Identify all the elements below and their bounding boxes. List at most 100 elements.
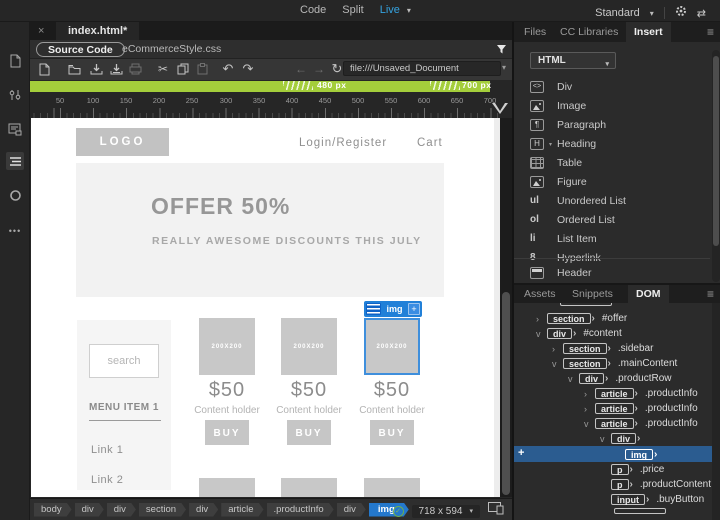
- window-size-selector[interactable]: 718 x 594 ▾: [411, 504, 480, 518]
- gear-icon[interactable]: [675, 4, 687, 22]
- open-file-icon[interactable]: [65, 61, 83, 77]
- more-tools-icon[interactable]: •••: [4, 222, 26, 240]
- file-management-icon[interactable]: [6, 86, 24, 104]
- tag-crumb[interactable]: div: [107, 503, 136, 517]
- live-view-options-icon[interactable]: [6, 120, 24, 138]
- dom-tag[interactable]: div: [611, 433, 637, 444]
- dom-annotation[interactable]: .price: [640, 464, 664, 475]
- insert-item-list-item[interactable]: li List Item: [514, 230, 710, 248]
- device-preview-icon[interactable]: [488, 502, 504, 520]
- related-file-source-code[interactable]: Source Code: [36, 42, 125, 57]
- tab-insert[interactable]: Insert: [626, 22, 671, 42]
- dom-annotation[interactable]: #content: [583, 328, 621, 339]
- insert-item-ordered-list[interactable]: ol Ordered List: [514, 211, 710, 229]
- dom-annotation[interactable]: .productInfo: [645, 388, 698, 399]
- tag-crumb[interactable]: section: [139, 503, 186, 517]
- sidebar-link-2[interactable]: Link 2: [91, 474, 123, 486]
- nav-login-register[interactable]: Login/Register: [299, 137, 387, 149]
- dom-tag[interactable]: input: [611, 494, 645, 505]
- save-icon[interactable]: [87, 61, 105, 77]
- expander-icon[interactable]: ›: [584, 389, 595, 399]
- copy-icon[interactable]: [174, 61, 192, 77]
- inspect-icon[interactable]: [6, 186, 24, 204]
- view-mode-code[interactable]: Code: [300, 4, 326, 16]
- tab-snippets[interactable]: Snippets: [572, 285, 613, 305]
- tag-crumb[interactable]: div: [75, 503, 104, 517]
- related-file-css[interactable]: eCommerceStyle.css: [122, 43, 221, 55]
- tag-crumb[interactable]: div: [337, 503, 366, 517]
- dom-node-div-content[interactable]: v div › #content: [514, 326, 720, 341]
- tab-dom[interactable]: DOM: [628, 285, 669, 303]
- insert-category-select[interactable]: HTML ▾: [530, 52, 616, 69]
- dom-tag[interactable]: article: [595, 403, 634, 414]
- dom-tag[interactable]: article: [595, 418, 634, 429]
- window-size-dropdown-icon[interactable]: ▾: [469, 507, 473, 515]
- tag-crumb[interactable]: body: [34, 503, 72, 517]
- insert-item-table[interactable]: Table: [514, 154, 710, 172]
- tag-crumb[interactable]: .productInfo: [267, 503, 334, 517]
- site-logo[interactable]: LOGO: [76, 128, 169, 156]
- buy-button[interactable]: BUY: [370, 420, 414, 445]
- product-image-placeholder[interactable]: 200X200: [281, 318, 337, 375]
- product-image-placeholder[interactable]: 200X200: [199, 318, 255, 375]
- filter-icon[interactable]: [496, 42, 507, 60]
- workspace-dropdown-icon[interactable]: ▾: [650, 9, 654, 18]
- add-element-icon[interactable]: +: [408, 303, 420, 315]
- dom-outline-icon[interactable]: [6, 152, 24, 170]
- expander-icon[interactable]: v: [584, 419, 595, 429]
- insert-item-image[interactable]: Image: [514, 97, 710, 115]
- expander-icon[interactable]: ›: [584, 404, 595, 414]
- dom-node-article-productinfo[interactable]: › article › .productInfo: [514, 401, 720, 416]
- insert-scrollbar-thumb[interactable]: [713, 56, 719, 246]
- dom-tag[interactable]: section: [563, 343, 607, 354]
- media-query-range[interactable]: [30, 81, 490, 92]
- dom-node-p-productcontent[interactable]: p › .productContent: [514, 477, 720, 492]
- insert-item-header[interactable]: Header: [514, 264, 710, 282]
- dom-tag[interactable]: p: [611, 479, 629, 490]
- dom-node-div[interactable]: v div ›: [514, 431, 720, 446]
- live-view-canvas[interactable]: LOGO Login/Register Cart OFFER 50% REALL…: [31, 118, 494, 497]
- dom-annotation[interactable]: #offer: [602, 313, 627, 324]
- tab-assets[interactable]: Assets: [524, 285, 556, 305]
- buy-button[interactable]: BUY: [287, 420, 331, 445]
- dom-annotation[interactable]: .sidebar: [618, 343, 654, 354]
- dom-node-section-sidebar[interactable]: › section › .sidebar: [514, 341, 720, 356]
- tag-crumb[interactable]: div: [189, 503, 218, 517]
- undo-icon[interactable]: ↶: [219, 61, 237, 77]
- chevron-down-icon[interactable]: ▾: [549, 141, 552, 148]
- address-dropdown-icon[interactable]: ▾: [502, 63, 506, 72]
- view-mode-split[interactable]: Split: [342, 4, 363, 16]
- redo-icon[interactable]: ↷: [239, 61, 257, 77]
- panel-menu-icon[interactable]: ≡: [707, 287, 714, 301]
- close-icon[interactable]: ×: [38, 22, 44, 40]
- buy-button[interactable]: BUY: [205, 420, 249, 445]
- dom-node-img-selected[interactable]: + img ›: [514, 446, 720, 462]
- insert-item-div[interactable]: <> Div: [514, 78, 710, 96]
- new-file-icon[interactable]: [35, 61, 53, 77]
- dom-annotation[interactable]: .buyButton: [656, 494, 704, 505]
- dom-tag[interactable]: div: [547, 328, 573, 339]
- breakpoint-480[interactable]: 480 px: [317, 80, 346, 91]
- dom-tag[interactable]: img: [625, 448, 654, 460]
- offer-banner[interactable]: OFFER 50% REALLY AWESOME DISCOUNTS THIS …: [76, 163, 444, 297]
- expander-icon[interactable]: v: [536, 329, 547, 339]
- dom-tag[interactable]: div: [579, 373, 605, 384]
- view-mode-live[interactable]: Live: [380, 4, 400, 16]
- dom-node-section-maincontent[interactable]: v section › .mainContent: [514, 356, 720, 371]
- dom-node-section-offer[interactable]: › section › #offer: [514, 311, 720, 326]
- dom-annotation[interactable]: .productInfo: [645, 403, 698, 414]
- insert-item-heading[interactable]: H ▾ Heading: [514, 135, 710, 153]
- tab-cc-libraries[interactable]: CC Libraries: [560, 22, 618, 42]
- tab-files[interactable]: Files: [524, 22, 546, 42]
- expander-icon[interactable]: ›: [552, 344, 563, 354]
- sidebar-link-1[interactable]: Link 1: [91, 444, 123, 456]
- paste-icon[interactable]: [193, 61, 211, 77]
- sync-settings-icon[interactable]: ⇄: [697, 7, 706, 20]
- insert-item-figure[interactable]: Figure: [514, 173, 710, 191]
- dom-node-div-productrow[interactable]: v div › .productRow: [514, 371, 720, 386]
- dom-annotation[interactable]: .productInfo: [645, 418, 698, 429]
- tag-crumb[interactable]: article: [221, 503, 263, 517]
- document-tab[interactable]: index.html*: [56, 22, 140, 40]
- back-icon[interactable]: ←: [292, 61, 310, 77]
- open-documents-icon[interactable]: [6, 52, 24, 70]
